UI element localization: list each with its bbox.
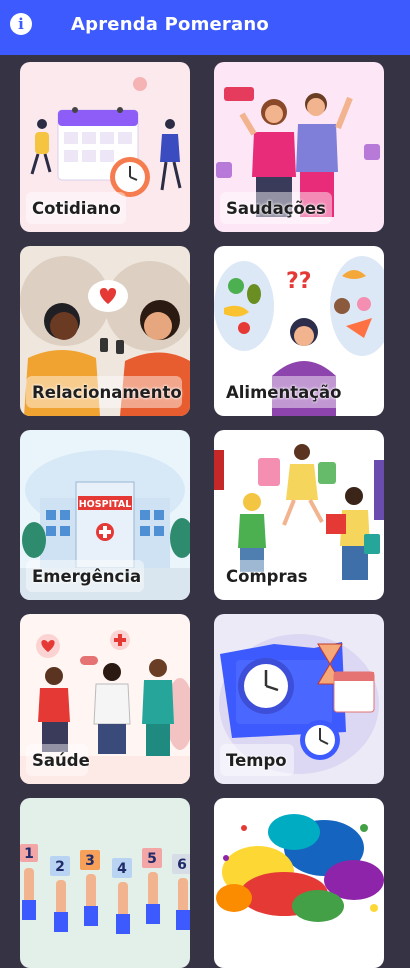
category-label: Saúde [32, 751, 90, 770]
category-card-cotidiano[interactable]: Cotidiano [20, 62, 190, 232]
category-card-saude[interactable]: Saúde [20, 614, 190, 784]
category-label: Cotidiano [32, 199, 121, 218]
category-label: Emergência [32, 567, 142, 586]
svg-text:6: 6 [177, 857, 187, 873]
category-label: Compras [226, 567, 308, 586]
category-card-colors[interactable] [214, 798, 384, 968]
category-card-compras[interactable]: Compras [214, 430, 384, 600]
category-card-emergencia[interactable]: HOSPITAL Emergência [20, 430, 190, 600]
svg-text:1: 1 [24, 846, 34, 862]
category-card-saudacoes[interactable]: Saudações [214, 62, 384, 232]
category-label: Alimentação [226, 383, 342, 402]
category-card-alimentacao[interactable]: ?? Alimentação [214, 246, 384, 416]
category-label: Saudações [226, 199, 326, 218]
category-card-tempo[interactable]: Tempo [214, 614, 384, 784]
colors-illustration [216, 814, 384, 922]
svg-text:??: ?? [286, 269, 312, 294]
numbers-illustration: 1 2 3 4 5 6 [20, 844, 190, 934]
category-label: Relacionamento [32, 383, 182, 402]
svg-text:2: 2 [55, 859, 65, 875]
svg-text:5: 5 [147, 851, 157, 867]
svg-text:3: 3 [85, 853, 95, 869]
svg-text:HOSPITAL: HOSPITAL [79, 499, 132, 510]
category-card-relacionamento[interactable]: Relacionamento [20, 246, 190, 416]
category-label: Tempo [226, 751, 287, 770]
svg-text:4: 4 [117, 861, 127, 877]
category-grid: Cotidiano Saudações Relacionamento ?? Al… [0, 0, 410, 968]
category-card-numbers[interactable]: 1 2 3 4 5 6 [20, 798, 190, 968]
